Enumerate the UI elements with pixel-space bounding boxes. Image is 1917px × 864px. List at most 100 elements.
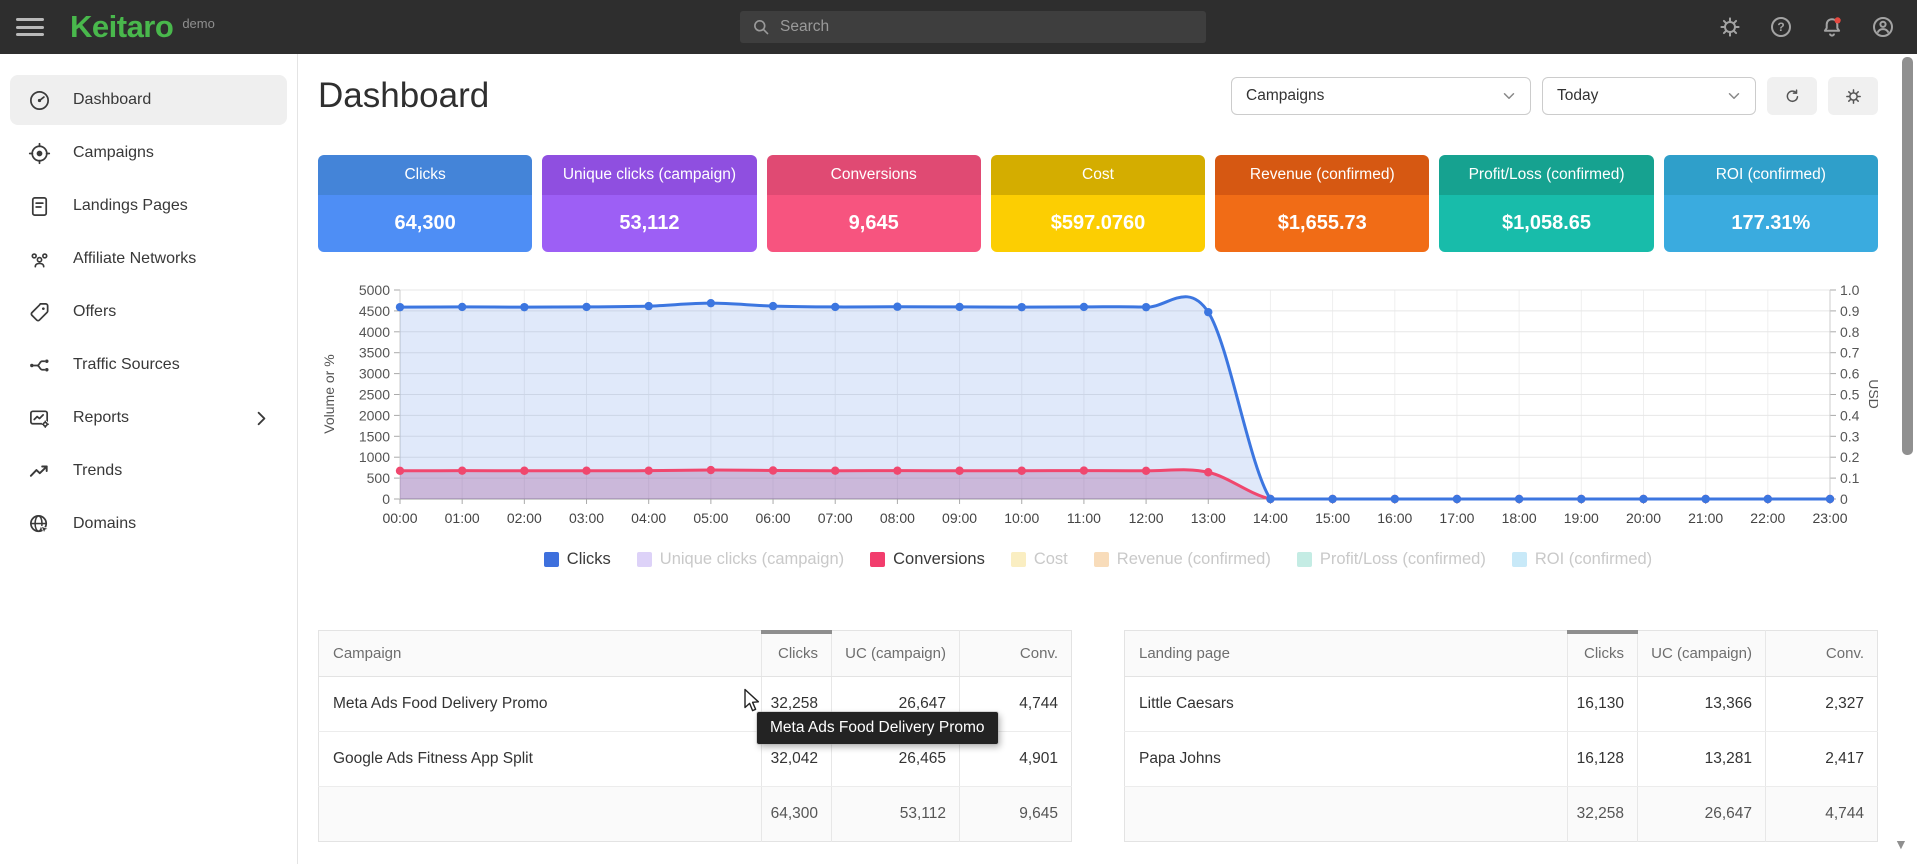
cell-uc: 13,281 — [1638, 732, 1766, 787]
totals-clicks: 32,258 — [1568, 787, 1638, 842]
totals-uc: 53,112 — [832, 787, 960, 842]
stat-card-value: 53,112 — [542, 195, 756, 252]
svg-text:0.7: 0.7 — [1840, 345, 1860, 361]
account-icon[interactable] — [1871, 15, 1895, 39]
topbar: Keitaro demo ? — [0, 0, 1917, 54]
legend-swatch — [1094, 552, 1109, 567]
legend-label: Profit/Loss (confirmed) — [1320, 550, 1486, 569]
sidebar-item-campaigns[interactable]: Campaigns — [10, 128, 287, 178]
svg-text:0.8: 0.8 — [1840, 324, 1860, 340]
cell-clicks: 16,130 — [1568, 677, 1638, 732]
stat-card-label: Profit/Loss (confirmed) — [1439, 155, 1653, 195]
cell-clicks: 16,128 — [1568, 732, 1638, 787]
stat-card-clicks: Clicks 64,300 — [318, 155, 532, 252]
table-row[interactable]: Little Caesars 16,130 13,366 2,327 — [1125, 677, 1878, 732]
sidebar-item-domains[interactable]: Domains — [10, 499, 287, 549]
brand[interactable]: Keitaro demo — [70, 9, 215, 45]
search-input[interactable] — [780, 18, 1196, 36]
sidebar: Dashboard Campaigns Landings Pages Affil… — [0, 54, 298, 864]
legend-item-profit-loss[interactable]: Profit/Loss (confirmed) — [1297, 550, 1486, 569]
sidebar-item-affiliate-networks[interactable]: Affiliate Networks — [10, 234, 287, 284]
legend-item-conversions[interactable]: Conversions — [870, 550, 985, 569]
sidebar-item-reports[interactable]: Reports — [10, 393, 287, 443]
sidebar-item-label: Campaigns — [73, 144, 154, 162]
cell-conv: 2,417 — [1766, 732, 1878, 787]
column-header-label: Clicks — [778, 645, 818, 662]
notifications-bell-icon[interactable] — [1820, 15, 1844, 39]
sidebar-item-trends[interactable]: Trends — [10, 446, 287, 496]
sidebar-item-label: Dashboard — [73, 91, 151, 109]
sidebar-item-traffic-sources[interactable]: Traffic Sources — [10, 340, 287, 390]
svg-text:?: ? — [1777, 20, 1784, 34]
svg-text:4000: 4000 — [359, 324, 390, 340]
column-header-uc-campaign[interactable]: UC (campaign) — [1638, 631, 1766, 677]
legend-item-cost[interactable]: Cost — [1011, 550, 1068, 569]
sidebar-item-landings-pages[interactable]: Landings Pages — [10, 181, 287, 231]
sidebar-item-offers[interactable]: Offers — [10, 287, 287, 337]
svg-text:Volume or %: Volume or % — [321, 354, 337, 433]
stat-card-label: Unique clicks (campaign) — [542, 155, 756, 195]
column-header-landing-page[interactable]: Landing page — [1125, 631, 1568, 677]
legend-swatch — [870, 552, 885, 567]
svg-text:0.5: 0.5 — [1840, 387, 1860, 403]
stat-card-value: $1,058.65 — [1439, 195, 1653, 252]
column-header-conv[interactable]: Conv. — [960, 631, 1072, 677]
svg-text:1500: 1500 — [359, 428, 390, 444]
group-filter-select[interactable]: Campaigns — [1231, 77, 1531, 115]
legend-label: ROI (confirmed) — [1535, 550, 1652, 569]
sidebar-item-label: Domains — [73, 515, 136, 533]
sidebar-item-dashboard[interactable]: Dashboard — [10, 75, 287, 125]
legend-item-roi[interactable]: ROI (confirmed) — [1512, 550, 1652, 569]
campaign-name[interactable]: Google Ads Fitness App Split — [319, 732, 762, 787]
svg-text:500: 500 — [367, 470, 391, 486]
search-box[interactable] — [740, 11, 1206, 43]
notification-dot — [1835, 17, 1841, 23]
gear-icon[interactable] — [1718, 15, 1742, 39]
svg-text:04:00: 04:00 — [631, 510, 666, 526]
legend-item-unique-clicks[interactable]: Unique clicks (campaign) — [637, 550, 844, 569]
column-header-campaign[interactable]: Campaign — [319, 631, 762, 677]
hamburger-menu-icon[interactable] — [16, 14, 44, 41]
svg-text:03:00: 03:00 — [569, 510, 604, 526]
campaign-name[interactable]: Meta Ads Food Delivery Promo — [319, 677, 762, 732]
dashboard-settings-button[interactable] — [1828, 77, 1878, 115]
column-header-clicks[interactable]: Clicks — [762, 631, 832, 677]
legend-label: Clicks — [567, 550, 611, 569]
svg-text:0.2: 0.2 — [1840, 449, 1860, 465]
main-content: Dashboard Campaigns Today — [318, 54, 1878, 842]
vertical-scrollbar-thumb[interactable] — [1902, 57, 1913, 455]
stat-cards-row: Clicks 64,300 Unique clicks (campaign) 5… — [318, 155, 1878, 252]
svg-text:01:00: 01:00 — [445, 510, 480, 526]
landing-name[interactable]: Little Caesars — [1125, 677, 1568, 732]
landing-pages-table: Landing page Clicks UC (campaign) Conv. … — [1124, 630, 1878, 842]
column-header-uc-campaign[interactable]: UC (campaign) — [832, 631, 960, 677]
topbar-icons: ? — [1718, 0, 1895, 54]
svg-text:16:00: 16:00 — [1377, 510, 1412, 526]
stat-card-cost: Cost $597.0760 — [991, 155, 1205, 252]
sort-indicator — [761, 630, 832, 634]
column-header-clicks[interactable]: Clicks — [1568, 631, 1638, 677]
svg-text:0.4: 0.4 — [1840, 407, 1860, 423]
help-icon[interactable]: ? — [1769, 15, 1793, 39]
table-row[interactable]: Papa Johns 16,128 13,281 2,417 — [1125, 732, 1878, 787]
stat-card-value: $1,655.73 — [1215, 195, 1429, 252]
refresh-button[interactable] — [1767, 77, 1817, 115]
table-header-row: Landing page Clicks UC (campaign) Conv. — [1125, 631, 1878, 677]
landing-name[interactable]: Papa Johns — [1125, 732, 1568, 787]
svg-text:20:00: 20:00 — [1626, 510, 1661, 526]
scrollbar-down-arrow[interactable]: ▼ — [1894, 836, 1908, 852]
column-header-conv[interactable]: Conv. — [1766, 631, 1878, 677]
svg-text:21:00: 21:00 — [1688, 510, 1723, 526]
legend-swatch — [1297, 552, 1312, 567]
hover-tooltip: Meta Ads Food Delivery Promo — [757, 712, 998, 744]
legend-item-clicks[interactable]: Clicks — [544, 550, 611, 569]
legend-item-revenue[interactable]: Revenue (confirmed) — [1094, 550, 1271, 569]
column-header-label: Clicks — [1584, 645, 1624, 662]
sidebar-item-label: Offers — [73, 303, 116, 321]
svg-text:0: 0 — [1840, 491, 1848, 507]
mouse-cursor — [743, 688, 765, 714]
date-range-select[interactable]: Today — [1542, 77, 1756, 115]
svg-text:11:00: 11:00 — [1067, 510, 1101, 526]
line-chart: 00:0001:0002:0003:0004:0005:0006:0007:00… — [318, 282, 1878, 532]
stat-card-revenue: Revenue (confirmed) $1,655.73 — [1215, 155, 1429, 252]
